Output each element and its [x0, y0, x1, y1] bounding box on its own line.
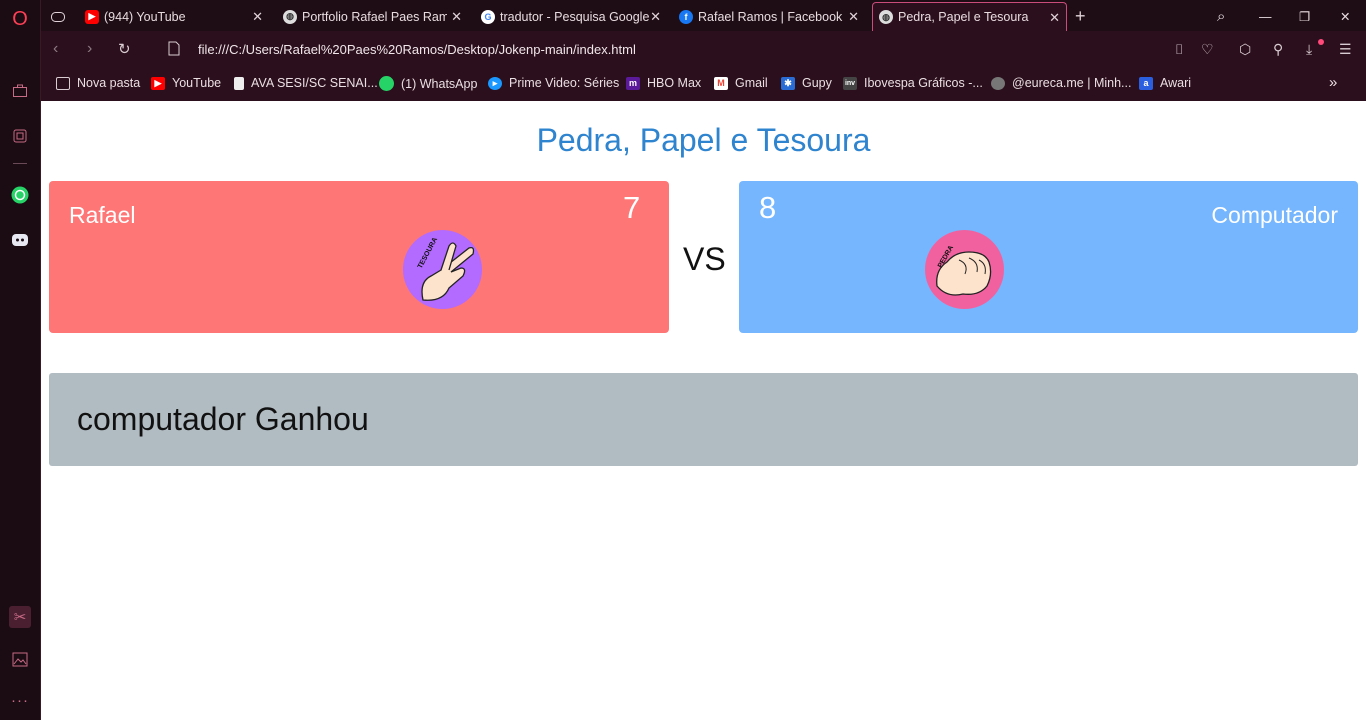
- sidebar-divider: [13, 163, 27, 164]
- whatsapp-icon: [379, 76, 394, 91]
- heart-icon[interactable]: ♡: [1201, 41, 1214, 58]
- gamepad-icon[interactable]: [51, 2, 67, 31]
- close-icon[interactable]: ✕: [1049, 10, 1060, 26]
- image-gallery-icon[interactable]: [9, 648, 31, 670]
- bookmark-label: Gupy: [802, 76, 832, 90]
- search-tabs-icon[interactable]: ⌕: [1217, 2, 1225, 31]
- bookmark-label: Awari: [1160, 76, 1192, 90]
- document-icon: [234, 76, 244, 90]
- more-options-icon[interactable]: ···: [9, 689, 31, 711]
- player-name: Rafael: [69, 202, 136, 228]
- prime-video-icon: ▸: [488, 76, 502, 90]
- gmail-icon: M: [714, 76, 728, 90]
- gupy-icon: ✱: [781, 76, 795, 90]
- result-text: computador Ganhou: [77, 401, 369, 437]
- youtube-icon: ▶: [85, 9, 99, 24]
- computer-card: 8 Computador PEDRA: [739, 181, 1358, 333]
- result-panel: computador Ganhou: [49, 373, 1358, 466]
- briefcase-icon[interactable]: [9, 80, 31, 102]
- google-icon: G: [481, 9, 495, 24]
- bookmark-awari[interactable]: a Awari: [1139, 76, 1191, 90]
- bookmark-label: Gmail: [735, 76, 768, 90]
- url-field[interactable]: file:///C:/Users/Rafael%20Paes%20Ramos/D…: [198, 42, 636, 57]
- download-badge: [1318, 39, 1324, 45]
- bookmark-label: AVA SESI/SC SENAI...: [251, 76, 378, 90]
- computer-name: Computador: [1211, 202, 1338, 228]
- rock-fist-icon: PEDRA: [925, 230, 1004, 309]
- profile-icon[interactable]: ⚲: [1273, 41, 1283, 58]
- tab-portfolio[interactable]: ◍ Portfolio Rafael Paes Ramos ✕: [283, 2, 468, 31]
- player-score: 7: [623, 190, 641, 225]
- youtube-icon: ▶: [151, 76, 165, 90]
- easy-setup-icon[interactable]: ☰: [1339, 41, 1352, 58]
- more-bookmarks-icon[interactable]: »: [1329, 74, 1337, 91]
- bookmark-nova-pasta[interactable]: Nova pasta: [56, 76, 140, 90]
- bookmark-youtube[interactable]: ▶ YouTube: [151, 76, 221, 90]
- investing-icon: inv: [843, 76, 857, 90]
- bookmark-label: Nova pasta: [77, 76, 141, 90]
- scissors-hand-icon: TESOURA: [403, 230, 482, 309]
- bookmark-label: @eureca.me | Minh...: [1012, 76, 1132, 90]
- globe-icon: ◍: [879, 10, 893, 24]
- tab-facebook[interactable]: f Rafael Ramos | Facebook ✕: [679, 2, 865, 31]
- tab-label: Pedra, Papel e Tesoura: [898, 10, 1029, 24]
- aria-icon[interactable]: [9, 125, 31, 147]
- page-content: Pedra, Papel e Tesoura Rafael 7 TESOURA …: [41, 101, 1366, 720]
- back-button[interactable]: ‹: [53, 40, 58, 58]
- folder-icon: [56, 76, 70, 90]
- tab-label: Rafael Ramos | Facebook: [698, 9, 843, 24]
- bookmark-prime-video[interactable]: ▸ Prime Video: Séries: [488, 76, 619, 90]
- close-icon[interactable]: ✕: [650, 9, 661, 25]
- bookmark-gupy[interactable]: ✱ Gupy: [781, 76, 832, 90]
- camera-icon[interactable]: ⌷: [1175, 41, 1183, 58]
- awari-icon: a: [1139, 76, 1153, 90]
- tab-google[interactable]: G tradutor - Pesquisa Google ✕: [481, 2, 667, 31]
- player-choice-label: TESOURA: [417, 236, 439, 270]
- minimize-button[interactable]: —: [1259, 2, 1272, 31]
- eureca-icon: [991, 76, 1005, 90]
- tab-label: tradutor - Pesquisa Google: [500, 9, 650, 24]
- bookmark-ibovespa[interactable]: inv Ibovespa Gráficos -...: [843, 76, 983, 90]
- close-icon[interactable]: ✕: [848, 9, 859, 25]
- address-bar-row: ‹ › ↻ file:///C:/Users/Rafael%20Paes%20R…: [41, 31, 1366, 68]
- vs-label: VS: [683, 241, 726, 277]
- forward-button[interactable]: ›: [87, 40, 92, 58]
- bookmark-eureca[interactable]: @eureca.me | Minh...: [991, 76, 1131, 90]
- bookmark-label: YouTube: [172, 76, 222, 90]
- tab-youtube[interactable]: ▶ (944) YouTube ✕: [85, 2, 269, 31]
- bookmark-hbo-max[interactable]: m HBO Max: [626, 76, 701, 90]
- discord-icon[interactable]: [9, 229, 31, 251]
- bookmark-label: Ibovespa Gráficos -...: [864, 76, 983, 90]
- bookmarks-bar: Nova pasta ▶ YouTube AVA SESI/SC SENAI..…: [41, 68, 1366, 101]
- tab-bar: ▶ (944) YouTube ✕ ◍ Portfolio Rafael Pae…: [41, 0, 1366, 31]
- opera-logo-icon[interactable]: O: [9, 8, 31, 30]
- bookmark-label: HBO Max: [647, 76, 702, 90]
- player-card: Rafael 7 TESOURA: [49, 181, 669, 333]
- close-icon[interactable]: ✕: [252, 9, 263, 25]
- tab-label: (944) YouTube: [104, 9, 186, 24]
- restore-button[interactable]: ❐: [1299, 2, 1310, 31]
- bookmark-label: Prime Video: Séries: [509, 76, 620, 90]
- facebook-icon: f: [679, 9, 693, 24]
- close-icon[interactable]: ✕: [447, 9, 462, 25]
- file-icon: [168, 41, 180, 61]
- box-icon[interactable]: ⬡: [1239, 41, 1251, 58]
- download-icon[interactable]: ⤓: [1306, 41, 1312, 58]
- hbo-max-icon: m: [626, 76, 640, 90]
- reload-button[interactable]: ↻: [118, 40, 131, 58]
- new-tab-button[interactable]: +: [1075, 2, 1086, 31]
- tools-icon[interactable]: ✂: [9, 606, 31, 628]
- tab-label: Portfolio Rafael Paes Ramos: [302, 9, 463, 24]
- bookmark-ava-sesi[interactable]: AVA SESI/SC SENAI...: [234, 76, 378, 90]
- globe-icon: ◍: [283, 9, 297, 24]
- browser-sidebar: O ✂ ···: [0, 0, 41, 720]
- bookmark-gmail[interactable]: M Gmail: [714, 76, 768, 90]
- close-window-button[interactable]: ✕: [1340, 2, 1350, 31]
- computer-score: 8: [759, 190, 777, 225]
- bookmark-whatsapp[interactable]: (1) WhatsApp: [379, 76, 477, 91]
- page-title: Pedra, Papel e Tesoura: [536, 122, 871, 158]
- whatsapp-icon[interactable]: [9, 184, 31, 206]
- bookmark-label: (1) WhatsApp: [401, 76, 478, 91]
- tab-pedra-papel-tesoura[interactable]: ◍ Pedra, Papel e Tesoura ✕: [872, 2, 1067, 31]
